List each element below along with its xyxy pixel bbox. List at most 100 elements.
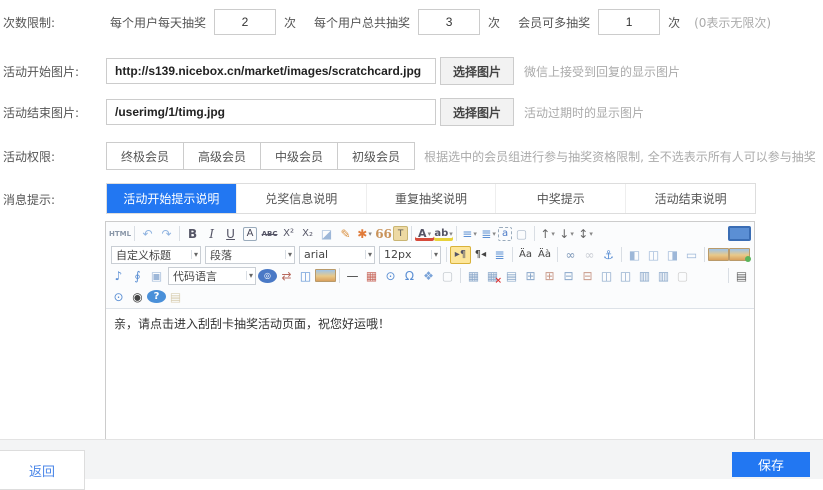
font-color-icon[interactable]: A▾ — [415, 227, 434, 241]
bold-icon[interactable]: B — [183, 225, 202, 243]
end-image-input[interactable] — [106, 99, 436, 125]
member-groups: 终极会员高级会员中级会员初级会员 — [106, 142, 414, 170]
back-button[interactable]: 返回 — [0, 450, 85, 490]
code-language-select[interactable]: 代码语言▾ — [168, 267, 256, 285]
start-image-input[interactable] — [106, 58, 436, 84]
split-row-icon[interactable]: ◫ — [616, 267, 635, 285]
delete-table-icon[interactable]: ▦ — [483, 267, 502, 285]
music-icon[interactable]: ♪ — [109, 267, 128, 285]
subscript-icon[interactable]: X₂ — [298, 225, 317, 243]
end-image-label: 活动结束图片: — [0, 104, 106, 121]
unordered-list-icon[interactable]: ≣▾ — [479, 225, 498, 243]
member-group-button[interactable]: 中级会员 — [260, 142, 338, 170]
custom-title-select[interactable]: 自定义标题▾ — [111, 246, 201, 264]
superscript-icon[interactable]: X² — [279, 225, 298, 243]
daily-draw-input[interactable] — [214, 9, 276, 35]
auto-typeset-icon[interactable]: ✱▾ — [355, 225, 374, 243]
to-uppercase-icon[interactable]: Äa — [516, 246, 535, 264]
img-align-left-icon[interactable]: ◧ — [625, 246, 644, 264]
blank-doc-icon[interactable]: ▢ — [512, 225, 531, 243]
anchor-ref-icon[interactable]: a — [498, 227, 512, 241]
paste-text-icon[interactable]: T — [393, 226, 408, 241]
border-text-icon[interactable]: A — [243, 227, 257, 241]
table-full-width-icon[interactable]: ▥ — [654, 267, 673, 285]
tab-4[interactable]: 中奖提示 — [495, 184, 625, 213]
total-draw-input[interactable] — [418, 9, 480, 35]
insert-row-icon[interactable]: ⊞ — [521, 267, 540, 285]
special-char-icon[interactable]: Ω — [400, 267, 419, 285]
template-icon[interactable] — [315, 269, 336, 282]
img-align-center-icon[interactable]: ◫ — [644, 246, 663, 264]
font-size-select[interactable]: 12px▾ — [379, 246, 441, 264]
snapshot-icon[interactable]: ▢ — [438, 267, 457, 285]
tab-5[interactable]: 活动结束说明 — [625, 184, 755, 213]
strikethrough-icon[interactable]: ABC — [260, 225, 279, 243]
eraser-icon[interactable]: ◪ — [317, 225, 336, 243]
tab-2[interactable]: 兑奖信息说明 — [236, 184, 366, 213]
split-col-icon[interactable]: ▥ — [635, 267, 654, 285]
table-title-icon[interactable]: ▤ — [502, 267, 521, 285]
find-replace-icon[interactable]: ◉ — [128, 288, 147, 306]
doc-page-icon[interactable]: ▢ — [673, 267, 692, 285]
insert-image-icon[interactable] — [708, 248, 729, 261]
italic-icon[interactable]: I — [202, 225, 221, 243]
para-space-top-icon[interactable]: ↑▾ — [538, 225, 557, 243]
img-align-right-icon[interactable]: ◨ — [663, 246, 682, 264]
message-tabs: 活动开始提示说明兑奖信息说明重复抽奖说明中奖提示活动结束说明 — [106, 183, 756, 214]
fullscreen-icon[interactable] — [728, 226, 751, 241]
attachment-icon[interactable]: ∮ — [128, 267, 147, 285]
image-manager-icon[interactable] — [729, 248, 750, 261]
horizontal-rule-icon[interactable]: — — [343, 267, 362, 285]
member-group-button[interactable]: 初级会员 — [337, 142, 415, 170]
ordered-list-icon[interactable]: ≡▾ — [460, 225, 479, 243]
toolbar-separator — [512, 247, 513, 262]
tab-3[interactable]: 重复抽奖说明 — [366, 184, 496, 213]
start-image-pick-button[interactable]: 选择图片 — [440, 57, 514, 85]
date-icon[interactable]: ▦ — [362, 267, 381, 285]
insert-col-icon[interactable]: ⊞ — [540, 267, 559, 285]
font-family-select[interactable]: arial▾ — [299, 246, 375, 264]
format-brush-icon[interactable]: ✎ — [336, 225, 355, 243]
columns-icon[interactable]: ◫ — [296, 267, 315, 285]
editor-content[interactable]: 亲，请点击进入刮刮卡抽奖活动页面，祝您好运哦！ — [106, 309, 754, 453]
img-align-none-icon[interactable]: ▭ — [682, 246, 701, 264]
delete-col-icon[interactable]: ⊟ — [578, 267, 597, 285]
to-lowercase-icon[interactable]: Äà — [535, 246, 554, 264]
member-extra-input[interactable] — [598, 9, 660, 35]
help-icon[interactable]: ? — [147, 290, 166, 303]
unlink-icon[interactable]: ∞ — [580, 246, 599, 264]
insert-table-icon[interactable]: ▦ — [464, 267, 483, 285]
link-icon[interactable]: ∞ — [561, 246, 580, 264]
underline-icon[interactable]: U — [221, 225, 240, 243]
dir-rtl-icon[interactable]: ¶◂ — [471, 246, 490, 264]
para-space-bottom-icon[interactable]: ↓▾ — [557, 225, 576, 243]
total-draw-label: 每个用户总共抽奖 — [314, 14, 410, 31]
dropdown-arrow: ▾ — [428, 230, 432, 238]
print-icon[interactable]: ▤ — [732, 267, 751, 285]
pagebreak-icon[interactable]: ⇄ — [277, 267, 296, 285]
dropdown-arrow: ▾ — [473, 230, 477, 238]
member-group-button[interactable]: 终极会员 — [106, 142, 184, 170]
anchor-icon[interactable]: ⚓ — [599, 246, 618, 264]
member-group-button[interactable]: 高级会员 — [183, 142, 261, 170]
map-icon[interactable]: ❖ — [419, 267, 438, 285]
blockquote-icon[interactable]: 66 — [374, 225, 393, 243]
preview-icon[interactable]: ⊙ — [109, 288, 128, 306]
line-height-icon[interactable]: ↕▾ — [576, 225, 595, 243]
save-button[interactable]: 保存 — [732, 452, 810, 477]
insert-code-icon[interactable]: ◎ — [258, 269, 277, 283]
html-source-icon[interactable]: HTML — [109, 225, 131, 243]
indent-icon[interactable]: ≣ — [490, 246, 509, 264]
tab-1[interactable]: 活动开始提示说明 — [107, 184, 236, 213]
time-icon[interactable]: ⊙ — [381, 267, 400, 285]
insert-frame-icon[interactable]: ▣ — [147, 267, 166, 285]
delete-row-icon[interactable]: ⊟ — [559, 267, 578, 285]
end-image-pick-button[interactable]: 选择图片 — [440, 98, 514, 126]
redo-icon[interactable]: ↷ — [157, 225, 176, 243]
highlight-color-icon[interactable]: ab▾ — [434, 227, 453, 241]
paste-icon[interactable]: ▤ — [166, 288, 185, 306]
paragraph-select[interactable]: 段落▾ — [205, 246, 295, 264]
dir-ltr-icon[interactable]: ▸¶ — [450, 246, 471, 264]
undo-icon[interactable]: ↶ — [138, 225, 157, 243]
merge-cells-icon[interactable]: ◫ — [597, 267, 616, 285]
